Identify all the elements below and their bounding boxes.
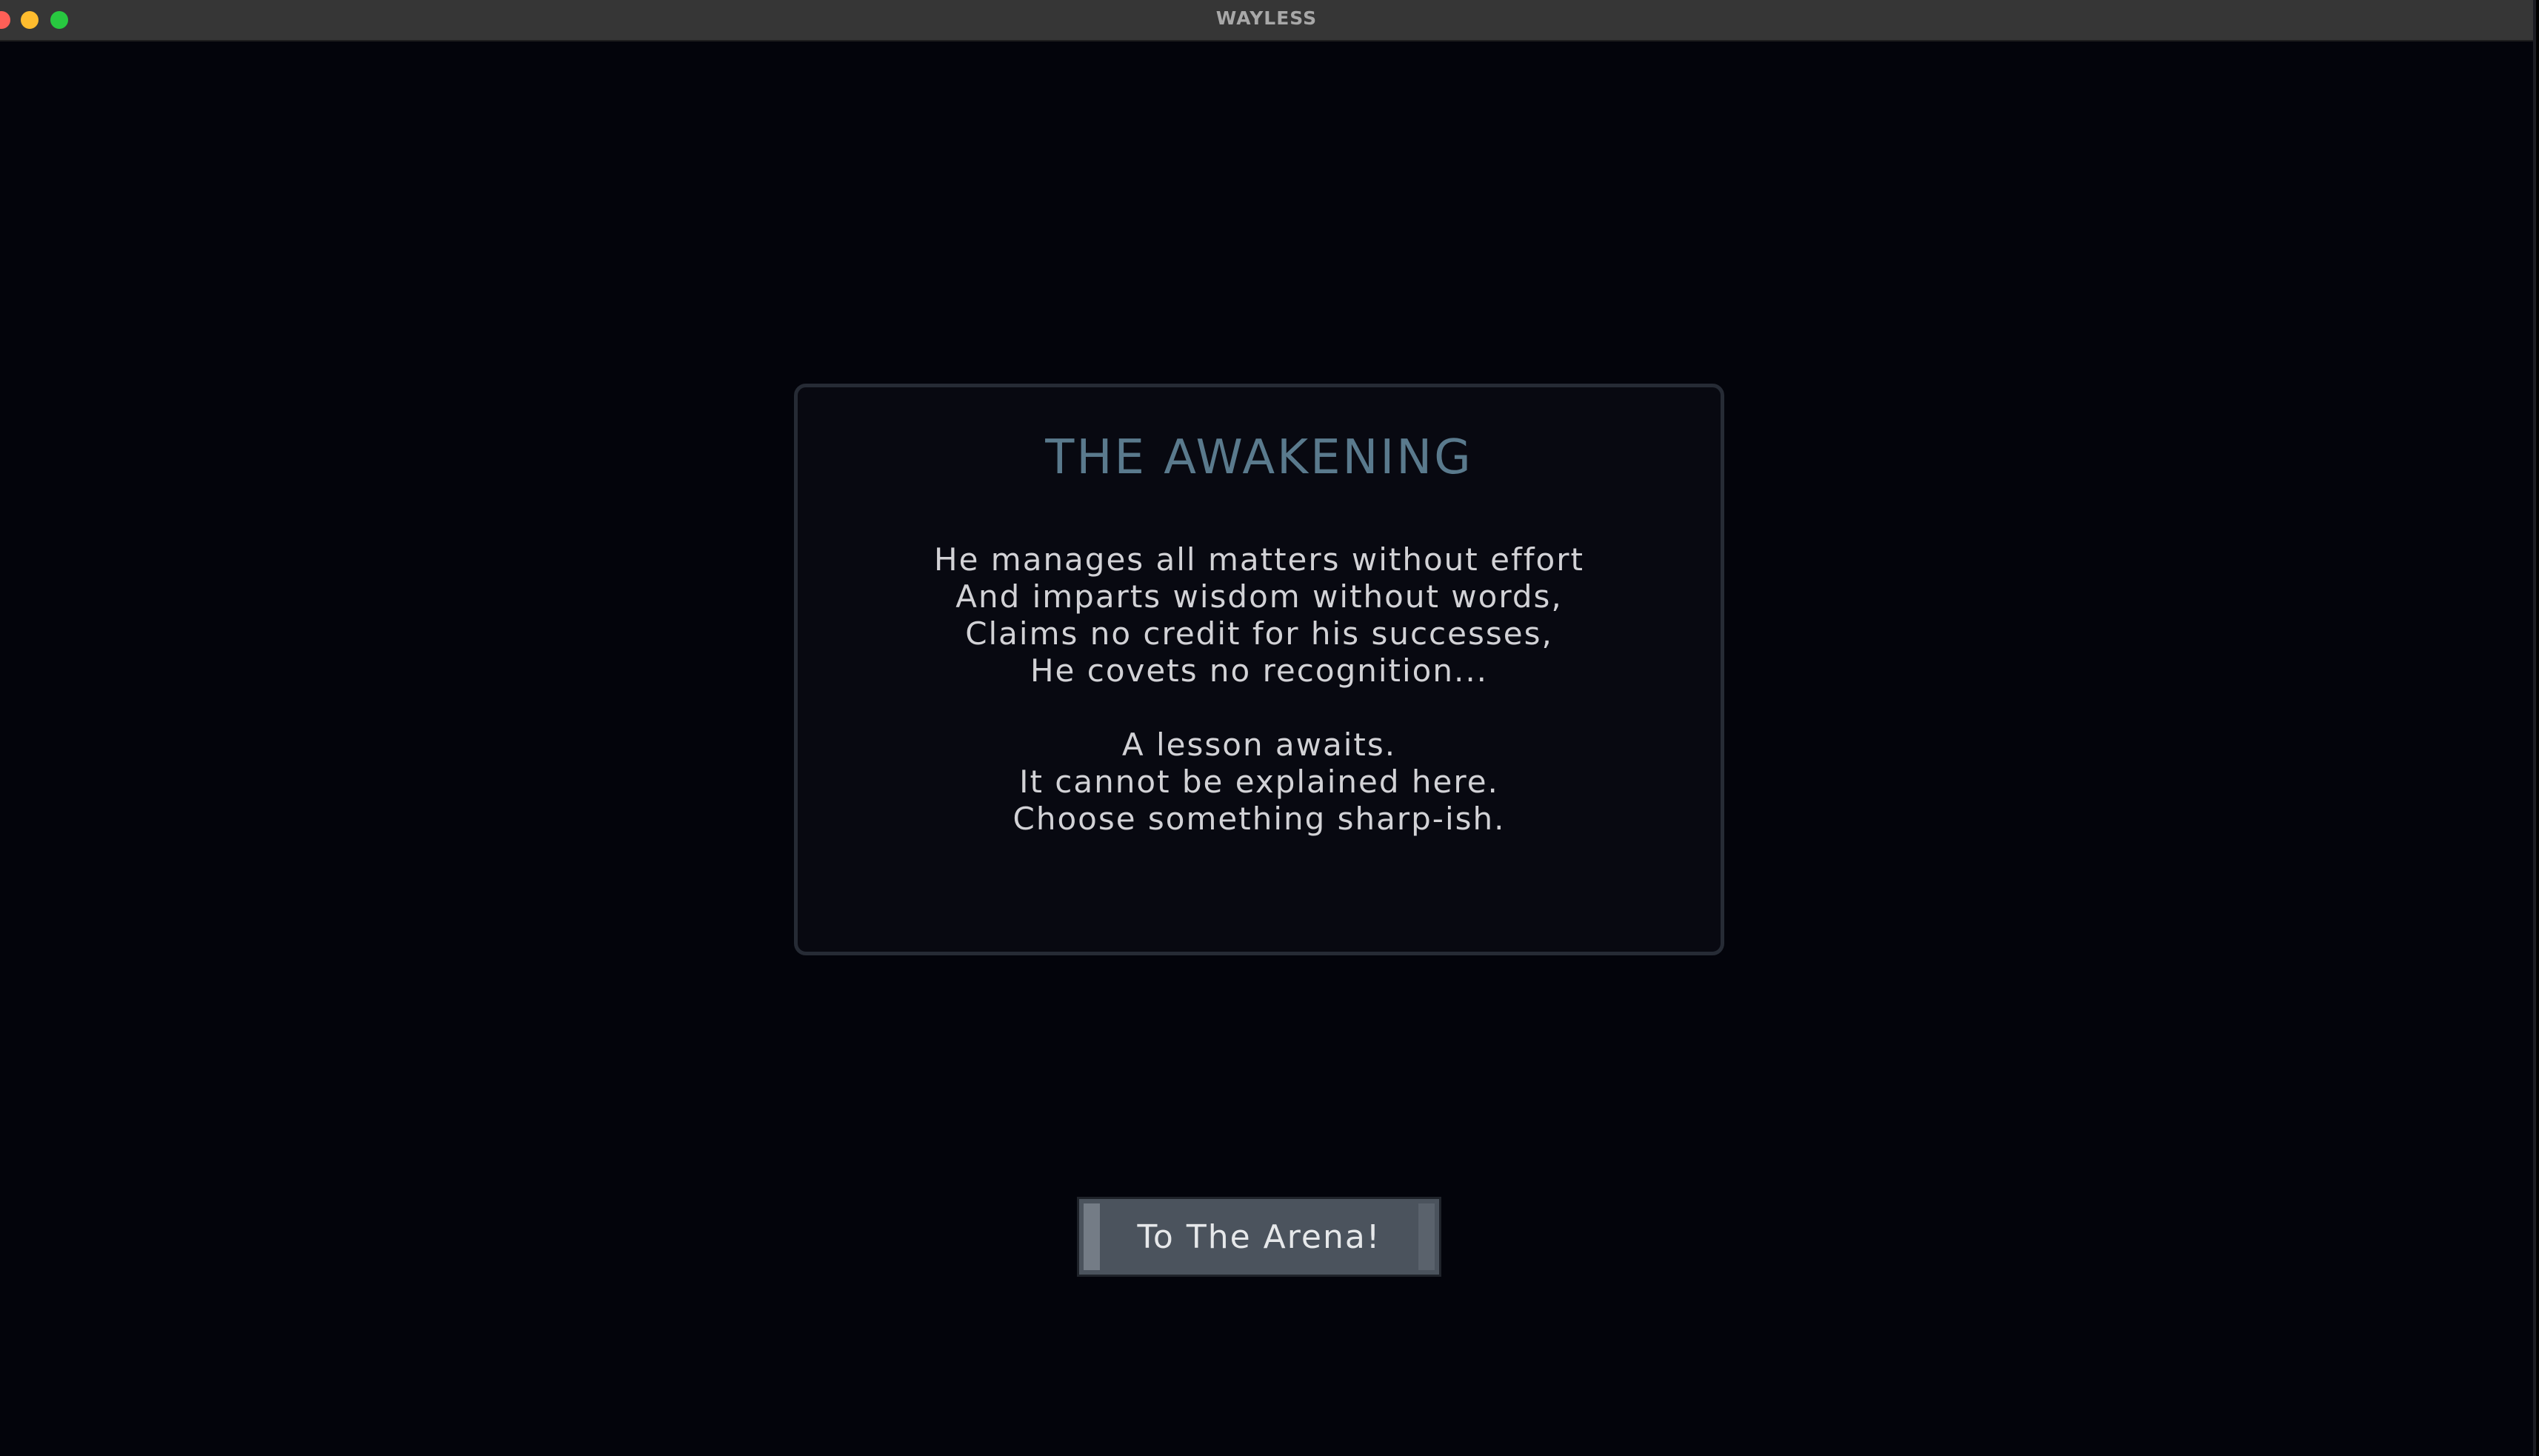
lesson-line: A lesson awaits. <box>1121 727 1397 763</box>
dialog-text: He manages all matters without effort An… <box>798 541 1721 838</box>
game-window: WAYLESS THE AWAKENING He manages all mat… <box>0 0 2536 1456</box>
to-the-arena-button[interactable]: To The Arena! <box>1077 1197 1441 1277</box>
to-the-arena-label: To The Arena! <box>1137 1218 1381 1256</box>
stanza-gap <box>798 689 1721 727</box>
poem-line: He covets no recognition... <box>1030 652 1489 689</box>
window-title: WAYLESS <box>1215 7 1318 29</box>
lesson-line: Choose something sharp-ish. <box>1012 801 1506 837</box>
dialog-title: THE AWAKENING <box>1045 430 1473 485</box>
title-bar[interactable]: WAYLESS <box>0 0 2533 41</box>
awakening-dialog: THE AWAKENING He manages all matters wit… <box>794 384 1724 955</box>
lesson-line: It cannot be explained here. <box>1019 764 1499 800</box>
poem-line: He manages all matters without effort <box>934 541 1584 578</box>
poem-line: Claims no credit for his successes, <box>965 615 1553 652</box>
poem-line: And imparts wisdom without words, <box>955 578 1563 615</box>
